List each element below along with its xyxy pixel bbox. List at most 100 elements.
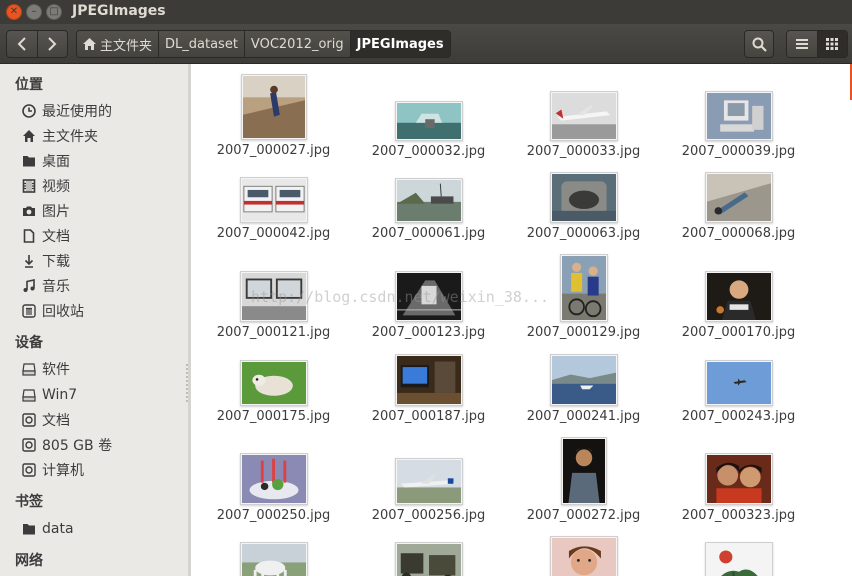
sidebar-item-software[interactable]: 软件 (22, 358, 70, 380)
file-thumbnail (704, 453, 773, 505)
sidebar-item-label: 软件 (42, 362, 70, 378)
drive-icon (22, 362, 36, 376)
file-name: 2007_000241.jpg (526, 409, 641, 424)
sidebar-section-bookmarks: 书签 (15, 494, 43, 510)
sidebar-item-documents[interactable]: 文档 (22, 225, 70, 247)
file-thumbnail (704, 271, 773, 322)
sidebar-item-documents-volume[interactable]: 文档 (22, 409, 70, 431)
sidebar-item-pictures[interactable]: 图片 (22, 200, 70, 222)
file-thumbnail (394, 271, 463, 322)
sidebar-item-label: Win7 (42, 387, 78, 403)
sidebar-item-trash[interactable]: 回收站 (22, 300, 84, 322)
search-icon (752, 37, 767, 52)
disk-icon (22, 413, 36, 427)
sidebar-item-label: 图片 (42, 204, 70, 220)
breadcrumb-label: VOC2012_orig (250, 36, 344, 52)
breadcrumb-voc2012-orig[interactable]: VOC2012_orig (243, 31, 350, 57)
file-item[interactable]: 2007_000027.jpg (196, 74, 351, 158)
grid-view-button[interactable] (816, 31, 847, 57)
maximize-window-button[interactable]: □ (46, 4, 62, 20)
file-item[interactable]: 2007_000129.jpg (506, 254, 661, 340)
sidebar-section-network: 网络 (15, 553, 43, 569)
file-item[interactable]: 2007_000039.jpg (661, 91, 816, 159)
minimize-icon: – (31, 6, 37, 17)
file-item[interactable]: 2007_000323.jpg (661, 453, 816, 523)
file-name: 2007_000068.jpg (681, 226, 796, 241)
file-name: 2007_000272.jpg (526, 508, 641, 523)
sidebar-item-label: 主文件夹 (42, 129, 98, 145)
file-item[interactable]: 2007_000063.jpg (506, 172, 661, 241)
sidebar-item-805gb-volume[interactable]: 805 GB 卷 (22, 434, 112, 456)
file-item[interactable]: 2007_000033.jpg (506, 91, 661, 159)
sidebar-item-win7[interactable]: Win7 (22, 384, 77, 406)
list-view-button[interactable] (787, 31, 817, 57)
file-name: 2007_000121.jpg (216, 325, 331, 340)
home-icon (22, 129, 36, 143)
file-item[interactable]: 2007_000032.jpg (351, 101, 506, 159)
download-icon (22, 254, 36, 268)
file-item[interactable] (351, 542, 506, 576)
view-mode-switch (786, 30, 848, 58)
document-icon (22, 229, 36, 243)
chevron-left-icon (17, 37, 26, 51)
sidebar-item-music[interactable]: 音乐 (22, 275, 70, 297)
close-window-button[interactable]: ✕ (6, 4, 22, 20)
file-item[interactable]: 2007_000256.jpg (351, 458, 506, 523)
file-name: 2007_000027.jpg (216, 143, 331, 158)
drive-icon (22, 388, 36, 402)
file-name: 2007_000187.jpg (371, 409, 486, 424)
sidebar-item-downloads[interactable]: 下载 (22, 250, 70, 272)
forward-button[interactable] (36, 31, 68, 57)
file-thumbnail (549, 536, 618, 576)
file-item[interactable] (506, 536, 661, 576)
sidebar-item-computer[interactable]: 计算机 (22, 459, 84, 481)
window-title: JPEGImages (72, 3, 166, 19)
file-item[interactable]: 2007_000175.jpg (196, 360, 351, 424)
sidebar-item-label: 805 GB 卷 (42, 438, 113, 454)
file-item[interactable]: 2007_000121.jpg (196, 271, 351, 340)
file-thumbnail (704, 91, 773, 141)
file-item[interactable] (196, 542, 351, 576)
file-thumbnail (704, 360, 773, 406)
file-item[interactable]: 2007_000241.jpg (506, 354, 661, 424)
file-thumbnail (394, 354, 463, 406)
file-thumbnail (239, 360, 308, 406)
breadcrumb-label: DL_dataset (165, 36, 238, 52)
sidebar-item-videos[interactable]: 视频 (22, 175, 70, 197)
breadcrumb-home[interactable]: 主文件夹 (77, 31, 159, 57)
breadcrumb-jpegimages[interactable]: JPEGImages (349, 31, 450, 57)
breadcrumb: 主文件夹 DL_dataset VOC2012_orig JPEGImages (76, 30, 451, 58)
toolbar: 主文件夹 DL_dataset VOC2012_orig JPEGImages (0, 24, 852, 64)
back-button[interactable] (7, 31, 37, 57)
file-thumbnail (704, 172, 773, 223)
file-item[interactable]: 2007_000187.jpg (351, 354, 506, 424)
sidebar-item-data[interactable]: data (22, 518, 74, 540)
file-item[interactable]: 2007_000170.jpg (661, 271, 816, 340)
file-thumbnail (394, 458, 463, 505)
file-item[interactable]: 2007_000272.jpg (506, 437, 661, 523)
file-item[interactable]: 2007_000068.jpg (661, 172, 816, 241)
minimize-window-button[interactable]: – (26, 4, 42, 20)
sidebar-item-desktop[interactable]: 桌面 (22, 150, 70, 172)
search-button[interactable] (744, 30, 774, 58)
file-item[interactable] (661, 542, 816, 576)
file-thumbnail (239, 453, 308, 505)
file-thumbnail (394, 178, 463, 223)
grid-view-icon (826, 38, 839, 50)
file-item[interactable]: 2007_000123.jpg (351, 271, 506, 340)
file-item[interactable]: 2007_000042.jpg (196, 177, 351, 241)
sidebar-item-recent[interactable]: 最近使用的 (22, 100, 112, 122)
film-icon (22, 179, 36, 193)
sidebar-item-label: 视频 (42, 179, 70, 195)
breadcrumb-dl-dataset[interactable]: DL_dataset (158, 31, 244, 57)
disk-icon (22, 438, 36, 452)
file-name: 2007_000042.jpg (216, 226, 331, 241)
file-item[interactable]: 2007_000250.jpg (196, 453, 351, 523)
file-name: 2007_000250.jpg (216, 508, 331, 523)
sidebar-item-home[interactable]: 主文件夹 (22, 125, 98, 147)
camera-icon (22, 204, 36, 218)
file-name: 2007_000256.jpg (371, 508, 486, 523)
folder-icon (22, 154, 36, 168)
file-item[interactable]: 2007_000061.jpg (351, 178, 506, 241)
file-item[interactable]: 2007_000243.jpg (661, 360, 816, 424)
